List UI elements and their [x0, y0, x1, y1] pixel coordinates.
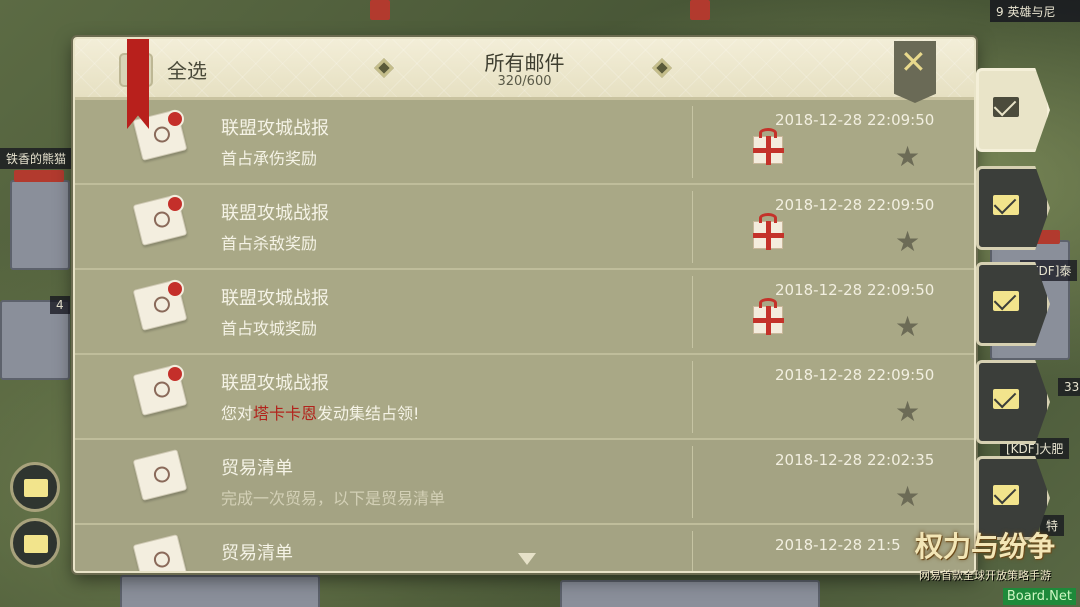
mail-icon	[24, 479, 48, 497]
star-icon[interactable]: ★	[895, 140, 920, 173]
star-icon[interactable]: ★	[895, 310, 920, 343]
mail-time: 2018-12-28 22:02:35	[775, 451, 935, 469]
game-logo: 权力与纷争 网易首款全球开放策略手游	[900, 525, 1070, 583]
mail-item[interactable]: 联盟攻城战报 首占攻城奖励 2018-12-28 22:09:50 ★	[75, 270, 974, 355]
mail-time: 2018-12-28 22:09:50	[775, 111, 935, 129]
mail-send-icon	[993, 195, 1019, 215]
mail-title: 联盟攻城战报	[221, 118, 329, 139]
mail-time: 2018-12-28 22:09:50	[775, 366, 935, 384]
bookmark-ribbon-icon	[127, 39, 149, 129]
tab-system-mail[interactable]	[976, 360, 1050, 444]
envelope-icon	[24, 535, 48, 553]
map-label-number: 33	[1058, 378, 1080, 396]
mail-gear-icon	[993, 389, 1019, 409]
map-label-player: 铁香的熊猫	[0, 148, 73, 169]
mail-time: 2018-12-28 22:09:50	[775, 281, 935, 299]
mail-title: 贸易清单	[221, 458, 293, 479]
mail-star-icon	[993, 485, 1019, 505]
envelope-icon	[132, 534, 188, 571]
city-name-link[interactable]: 塔卡卡恩	[253, 404, 317, 423]
star-icon[interactable]: ★	[895, 480, 920, 513]
map-label-left-num: 4	[50, 296, 70, 314]
mail-list[interactable]: 联盟攻城战报 首占承伤奖励 2018-12-28 22:09:50 ★ 联盟攻城…	[75, 100, 974, 571]
top-right-status: 9 英雄与尼	[990, 0, 1080, 22]
mail-subtitle: 完成一次贸易，以下是贸易清单	[221, 489, 446, 508]
mail-panel: 全选 所有邮件 320/600 ✕ 联盟攻城战报 首占承伤奖励 2018-12-…	[73, 37, 976, 573]
mail-time: 2018-12-28 22:09:50	[775, 196, 935, 214]
star-icon[interactable]: ★	[895, 225, 920, 258]
watermark: Board.Net	[1002, 588, 1076, 605]
mail-icon	[993, 97, 1019, 117]
close-icon: ✕	[900, 43, 927, 81]
mail-time: 2018-12-28 21:5	[775, 536, 901, 554]
mail-subtitle: 您对塔卡卡恩发动集结占领!	[221, 400, 419, 424]
unread-dot-icon	[166, 195, 184, 213]
top-right-label: 英雄与尼	[1007, 5, 1056, 19]
mail-header: 全选 所有邮件 320/600 ✕	[75, 39, 974, 103]
top-right-num: 9	[996, 5, 1004, 19]
logo-title: 权力与纷争	[914, 530, 1055, 563]
mail-item[interactable]: 联盟攻城战报 首占杀敌奖励 2018-12-28 22:09:50 ★	[75, 185, 974, 270]
mail-title: 联盟攻城战报	[221, 203, 329, 224]
mail-shield-icon	[993, 291, 1019, 311]
hud-chat-button[interactable]	[10, 518, 60, 568]
mail-item[interactable]: 贸易清单 2018-12-28 21:5	[75, 525, 974, 571]
mail-title: 联盟攻城战报	[221, 288, 329, 309]
tab-all-mail[interactable]	[976, 68, 1050, 152]
scroll-down-icon[interactable]	[518, 553, 536, 565]
tab-sent-mail[interactable]	[976, 166, 1050, 250]
unread-dot-icon	[166, 280, 184, 298]
unread-dot-icon	[166, 110, 184, 128]
unread-dot-icon	[166, 365, 184, 383]
gift-icon[interactable]	[753, 221, 784, 250]
gift-icon[interactable]	[753, 306, 784, 335]
star-icon[interactable]: ★	[895, 395, 920, 428]
mail-title: 贸易清单	[221, 543, 293, 564]
mail-item[interactable]: 联盟攻城战报 您对塔卡卡恩发动集结占领! 2018-12-28 22:09:50…	[75, 355, 974, 440]
page-title: 所有邮件	[484, 51, 565, 75]
gift-icon[interactable]	[753, 136, 784, 165]
subtitle-suffix: 发动集结占领!	[317, 404, 420, 423]
mail-subtitle: 首占杀敌奖励	[221, 234, 318, 253]
mail-subtitle: 首占承伤奖励	[221, 149, 318, 168]
mail-item[interactable]: 联盟攻城战报 首占承伤奖励 2018-12-28 22:09:50 ★	[75, 100, 974, 185]
mail-item[interactable]: 贸易清单 完成一次贸易，以下是贸易清单 2018-12-28 22:02:35 …	[75, 440, 974, 525]
tab-alliance-mail[interactable]	[976, 262, 1050, 346]
close-button[interactable]: ✕	[894, 41, 936, 103]
logo-tagline: 网易首款全球开放策略手游	[919, 569, 1051, 582]
mail-subtitle: 首占攻城奖励	[221, 319, 318, 338]
hud-mail-button[interactable]	[10, 462, 60, 512]
subtitle-prefix: 您对	[221, 404, 254, 423]
mail-title: 联盟攻城战报	[221, 373, 329, 394]
envelope-icon	[132, 449, 188, 501]
mail-count: 320/600	[497, 74, 552, 89]
